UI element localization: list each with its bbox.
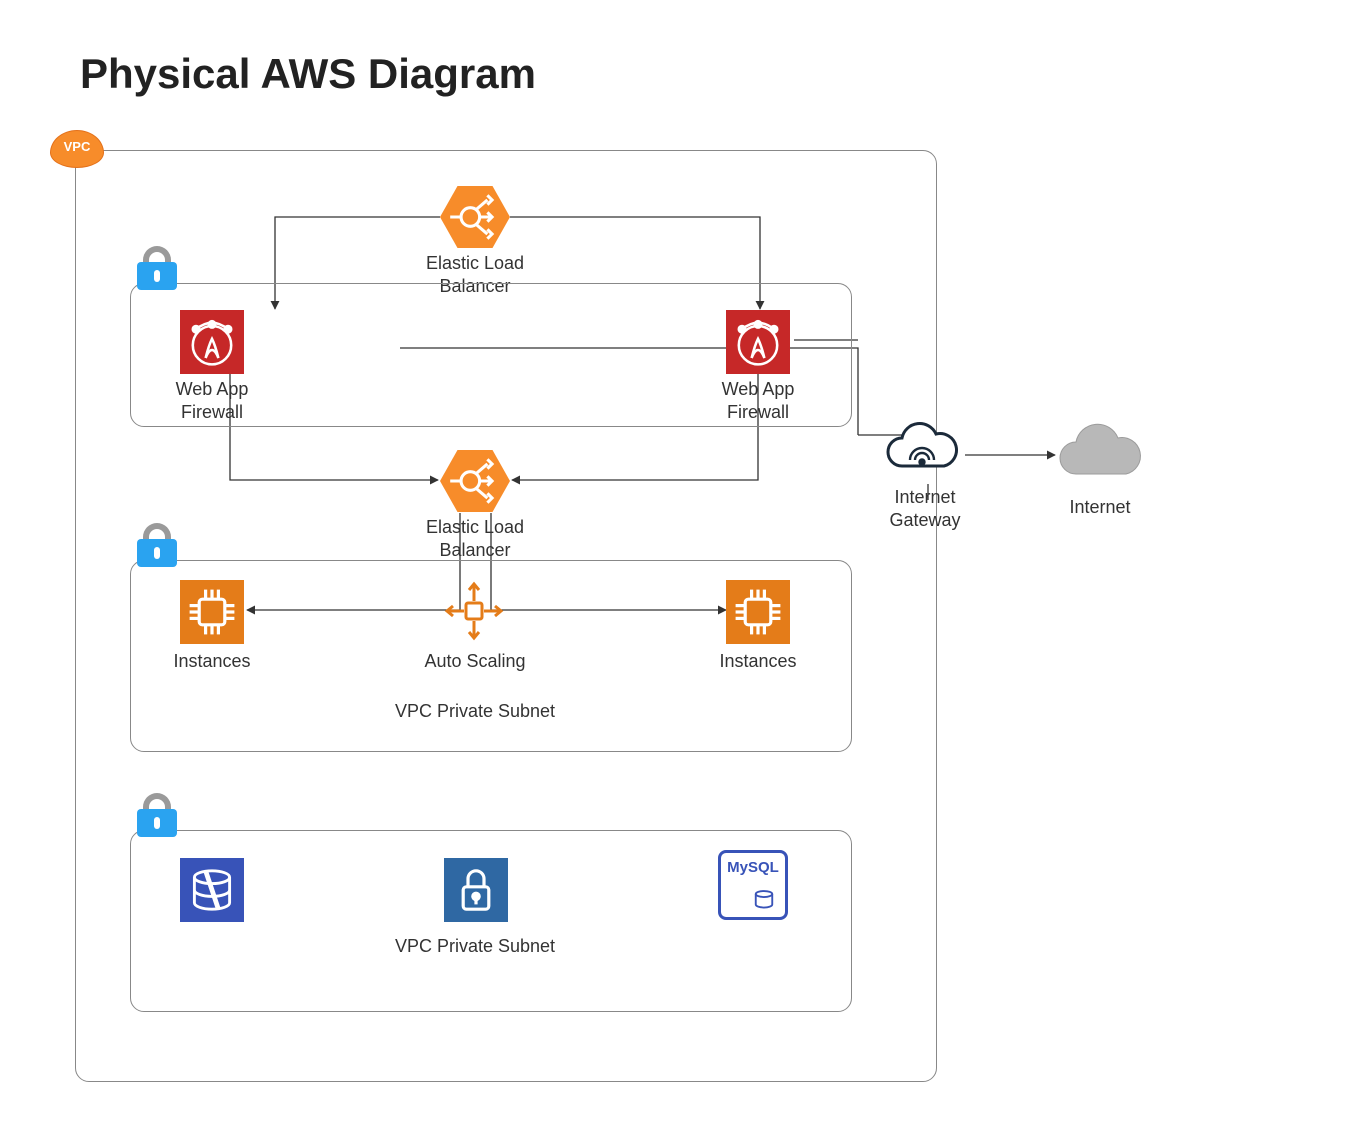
diagram-canvas: Physical AWS Diagram VPC Elastic Load Ba… [0, 0, 1371, 1130]
instances-left-label: Instances [150, 650, 274, 673]
instances-left-icon [180, 580, 244, 644]
instances-right-icon [726, 580, 790, 644]
waf-left-icon [180, 310, 244, 374]
page-title: Physical AWS Diagram [80, 50, 536, 98]
instances-right-label: Instances [696, 650, 820, 673]
lock-icon [137, 246, 177, 290]
subnet-bot-label: VPC Private Subnet [380, 935, 570, 958]
waf-right-label: Web App Firewall [706, 378, 810, 423]
auto-scaling-label: Auto Scaling [410, 650, 540, 673]
mysql-label: MySQL [721, 859, 785, 876]
dynamodb-icon [180, 858, 244, 922]
vpc-badge-label: VPC [51, 139, 103, 154]
internet-icon [1050, 420, 1150, 488]
waf-left-label: Web App Firewall [160, 378, 264, 423]
vpc-badge-icon: VPC [50, 130, 104, 168]
lock-service-icon [444, 858, 508, 922]
internet-gateway-label: Internet Gateway [875, 486, 975, 531]
waf-right-icon [726, 310, 790, 374]
lock-icon [137, 793, 177, 837]
elb-mid-label: Elastic Load Balancer [400, 516, 550, 561]
subnet-mid-label: VPC Private Subnet [380, 700, 570, 723]
auto-scaling-icon [438, 575, 510, 647]
mysql-icon: MySQL [718, 850, 788, 920]
internet-gateway-icon [880, 420, 964, 480]
lock-icon [137, 523, 177, 567]
internet-label: Internet [1050, 496, 1150, 519]
